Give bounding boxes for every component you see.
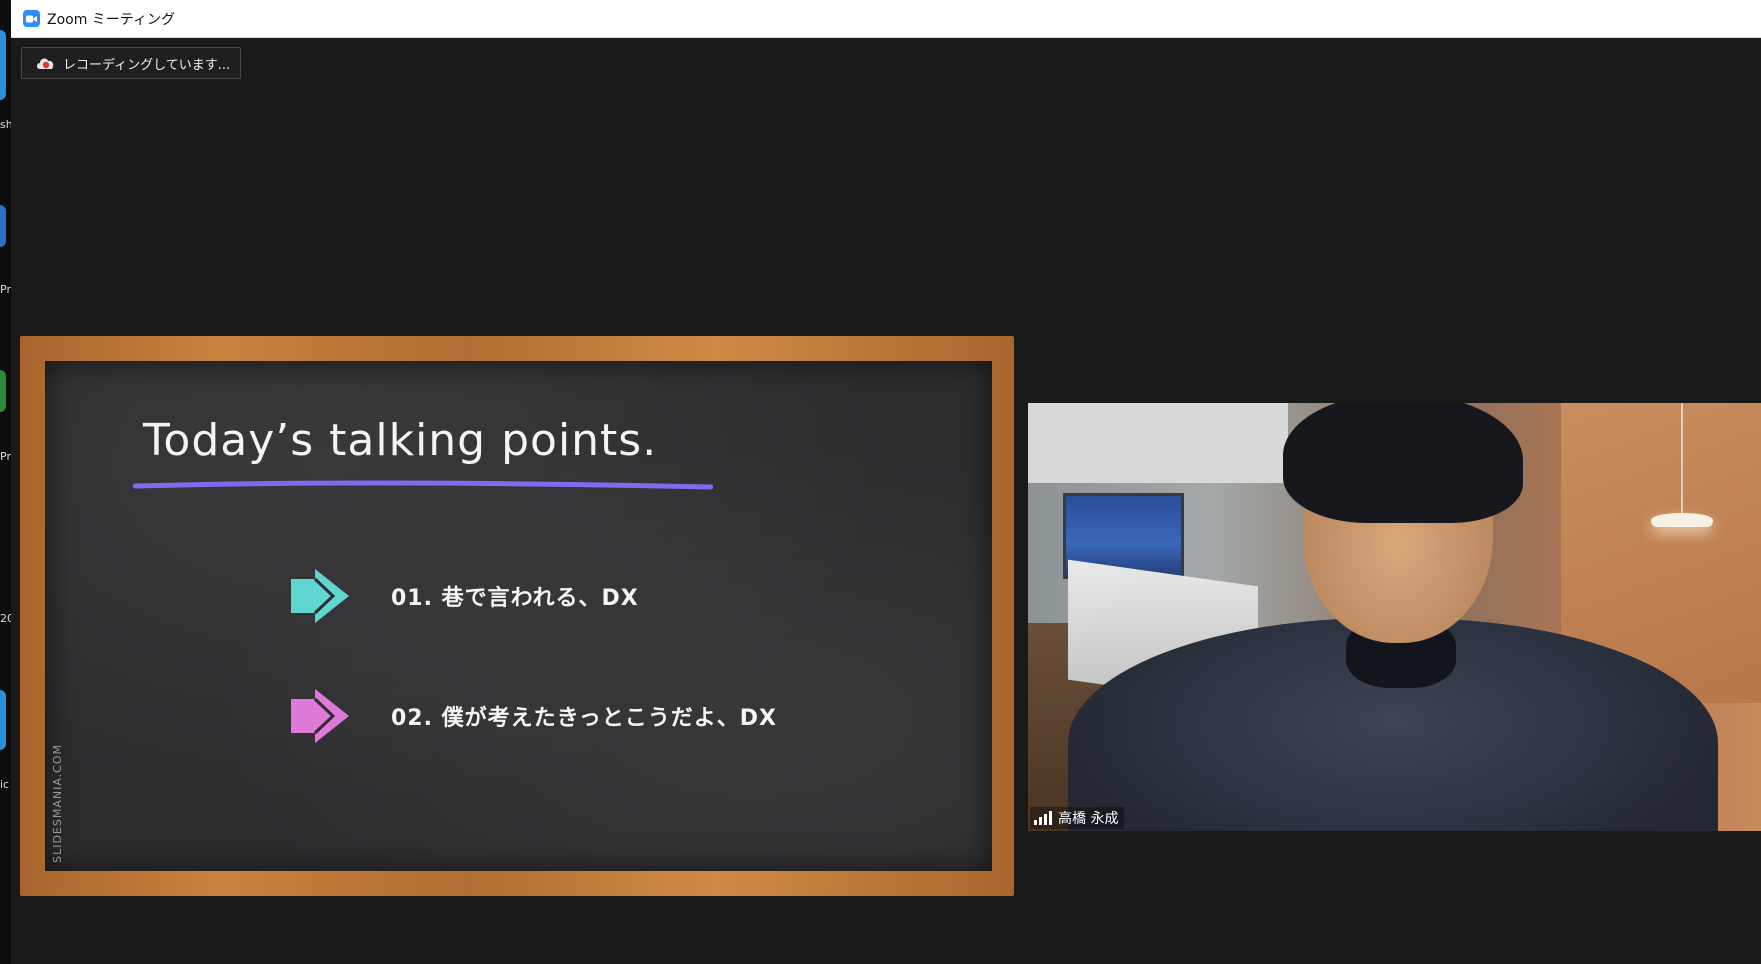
slide-title: Today’s talking points.	[143, 415, 658, 466]
slide-watermark: SLIDESMANIA.COM	[51, 744, 64, 863]
zoom-meeting-window: Zoom ミーティング レコーディングしています... Today’s talk…	[11, 0, 1761, 964]
desktop-label-fragment: 20	[0, 612, 11, 625]
participant-name-tag: 高橋 永成	[1030, 807, 1125, 829]
talking-point-2: 02. 僕が考えたきっとこうだよ、DX	[285, 681, 777, 751]
video-background-ceiling	[1028, 403, 1288, 483]
chalkboard: Today’s talking points. 01. 巷で言われる、DX 02…	[45, 361, 992, 871]
video-background-lamp-cord	[1681, 403, 1683, 515]
chalk-underline	[133, 480, 713, 490]
desktop-label-fragment: sh	[0, 118, 11, 131]
desktop-label-fragment: Pro	[0, 283, 11, 296]
desktop-background-strip: sh Pro Pro 20 ic	[0, 0, 11, 964]
video-background-lamp	[1651, 513, 1713, 527]
talking-point-1: 01. 巷で言われる、DX	[285, 561, 639, 631]
recording-label: レコーディングしています...	[63, 57, 231, 73]
participant-video-tile[interactable]: 高橋 永成	[1028, 403, 1761, 831]
chalk-arrow-icon	[291, 689, 349, 743]
chalk-arrow-icon	[291, 569, 349, 623]
talking-point-text: 02. 僕が考えたきっとこうだよ、DX	[391, 706, 777, 731]
desktop-icon-fragment	[0, 370, 6, 412]
participant-hair	[1283, 403, 1523, 523]
zoom-camera-icon	[23, 10, 40, 27]
participant-name: 高橋 永成	[1058, 811, 1119, 827]
desktop-icon-fragment	[0, 30, 6, 100]
title-bar[interactable]: Zoom ミーティング	[11, 0, 1761, 38]
desktop-label-fragment: ic	[0, 778, 10, 791]
desktop-label-fragment: Pro	[0, 450, 11, 463]
cloud-recording-icon	[37, 58, 54, 69]
window-title: Zoom ミーティング	[47, 11, 175, 28]
desktop-icon-fragment	[0, 205, 6, 247]
signal-strength-icon	[1034, 811, 1052, 825]
desktop-icon-fragment	[0, 690, 6, 750]
talking-point-text: 01. 巷で言われる、DX	[391, 586, 639, 611]
shared-screen-slide: Today’s talking points. 01. 巷で言われる、DX 02…	[20, 336, 1014, 896]
recording-indicator[interactable]: レコーディングしています...	[21, 47, 241, 79]
